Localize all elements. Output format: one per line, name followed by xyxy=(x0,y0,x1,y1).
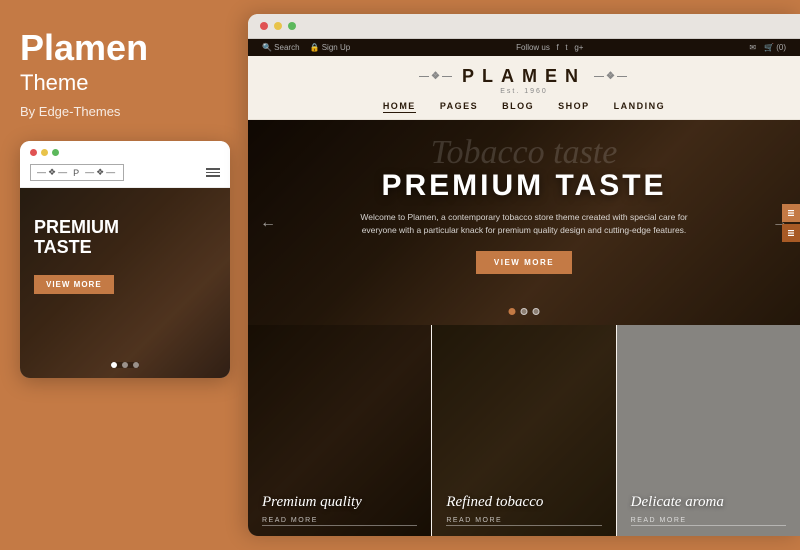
site-topbar: 🔍 Search 🔒 Sign Up Follow us f t g+ ✉ 🛒 … xyxy=(248,39,800,56)
card-link-1[interactable]: READ MORE xyxy=(262,517,417,526)
nav-dot-3[interactable] xyxy=(133,362,139,368)
float-btn-2[interactable] xyxy=(782,224,800,242)
nav-dot-1[interactable] xyxy=(111,362,117,368)
menu-line-3 xyxy=(206,175,220,177)
mobile-nav: —❖— P —❖— xyxy=(20,160,230,188)
mobile-logo: —❖— P —❖— xyxy=(30,164,124,181)
browser-dot-red xyxy=(260,22,268,30)
right-panel: 🔍 Search 🔒 Sign Up Follow us f t g+ ✉ 🛒 … xyxy=(248,14,800,536)
browser-dot-yellow xyxy=(274,22,282,30)
card-title-1: Premium quality xyxy=(262,494,417,511)
topbar-right: ✉ 🛒 (0) xyxy=(749,43,786,52)
card-delicate-aroma: Delicate aroma READ MORE xyxy=(617,325,800,536)
mobile-preview: —❖— P —❖— PREMIUMTASTE VIEW MORE xyxy=(20,141,230,378)
topbar-search[interactable]: 🔍 Search xyxy=(262,43,300,52)
mobile-window-dots xyxy=(30,149,59,156)
site-nav: HOME PAGES BLOG SHOP LANDING xyxy=(248,101,800,113)
topbar-email-icon: ✉ xyxy=(749,43,756,52)
card-title-2: Refined tobacco xyxy=(446,494,601,511)
card-title-3: Delicate aroma xyxy=(631,494,786,511)
hero-body: PREMIUM TASTE Welcome to Plamen, a conte… xyxy=(248,120,800,325)
mobile-dots-nav xyxy=(111,362,139,368)
theme-title: Plamen xyxy=(20,30,148,66)
logo-text: PLAMEN xyxy=(462,66,586,87)
mobile-dot-yellow xyxy=(41,149,48,156)
website-content: 🔍 Search 🔒 Sign Up Follow us f t g+ ✉ 🛒 … xyxy=(248,39,800,536)
browser-dot-green xyxy=(288,22,296,30)
theme-author: By Edge-Themes xyxy=(20,104,120,119)
topbar-follow: Follow us f t g+ xyxy=(516,43,583,52)
mobile-hero-title: PREMIUMTASTE xyxy=(34,218,216,258)
menu-line-1 xyxy=(206,168,220,170)
card-content-1: Premium quality READ MORE xyxy=(248,325,431,536)
mobile-menu-icon[interactable] xyxy=(206,168,220,177)
site-hero: Tobacco taste PREMIUM TASTE Welcome to P… xyxy=(248,120,800,325)
hero-description: Welcome to Plamen, a contemporary tobacc… xyxy=(354,211,694,237)
mobile-top-bar xyxy=(20,141,230,160)
site-logo: —❖— PLAMEN —❖— xyxy=(248,66,800,87)
mobile-dot-green xyxy=(52,149,59,156)
mobile-hero: PREMIUMTASTE VIEW MORE xyxy=(20,188,230,378)
logo-ornament-left: —❖— xyxy=(419,71,454,82)
topbar-signup[interactable]: 🔒 Sign Up xyxy=(310,43,351,52)
nav-item-home[interactable]: HOME xyxy=(383,101,416,113)
menu-line-2 xyxy=(206,172,220,174)
logo-ornament-right: —❖— xyxy=(594,71,629,82)
logo-subtitle: Est. 1960 xyxy=(248,88,800,95)
side-float-buttons xyxy=(782,204,800,242)
float-btn-1[interactable] xyxy=(782,204,800,222)
card-link-3[interactable]: READ MORE xyxy=(631,517,786,526)
topbar-cart[interactable]: 🛒 (0) xyxy=(764,43,786,52)
card-link-2[interactable]: READ MORE xyxy=(446,517,601,526)
card-content-2: Refined tobacco READ MORE xyxy=(432,325,615,536)
site-cards: Premium quality READ MORE Refined tobacc… xyxy=(248,325,800,536)
site-header: —❖— PLAMEN —❖— Est. 1960 HOME PAGES BLOG… xyxy=(248,56,800,120)
topbar-left: 🔍 Search 🔒 Sign Up xyxy=(262,43,350,52)
nav-item-shop[interactable]: SHOP xyxy=(558,101,590,113)
left-panel: Plamen Theme By Edge-Themes —❖— P —❖— xyxy=(0,0,248,550)
mobile-logo-ornament-left: —❖— xyxy=(37,167,69,178)
mobile-logo-ornament-right: —❖— xyxy=(85,167,117,178)
mobile-hero-button[interactable]: VIEW MORE xyxy=(34,275,114,294)
nav-dot-2[interactable] xyxy=(122,362,128,368)
hero-title: PREMIUM TASTE xyxy=(381,171,666,201)
mobile-hero-content: PREMIUMTASTE VIEW MORE xyxy=(20,188,230,308)
card-premium-quality: Premium quality READ MORE xyxy=(248,325,431,536)
card-refined-tobacco: Refined tobacco READ MORE xyxy=(432,325,615,536)
nav-item-blog[interactable]: BLOG xyxy=(502,101,534,113)
nav-item-landing[interactable]: LANDING xyxy=(614,101,666,113)
card-content-3: Delicate aroma READ MORE xyxy=(617,325,800,536)
mobile-logo-letter: P xyxy=(73,168,81,178)
nav-item-pages[interactable]: PAGES xyxy=(440,101,478,113)
hero-cta-button[interactable]: VIEW MORE xyxy=(476,251,572,274)
mobile-dot-red xyxy=(30,149,37,156)
theme-subtitle: Theme xyxy=(20,70,88,96)
browser-chrome xyxy=(248,14,800,39)
